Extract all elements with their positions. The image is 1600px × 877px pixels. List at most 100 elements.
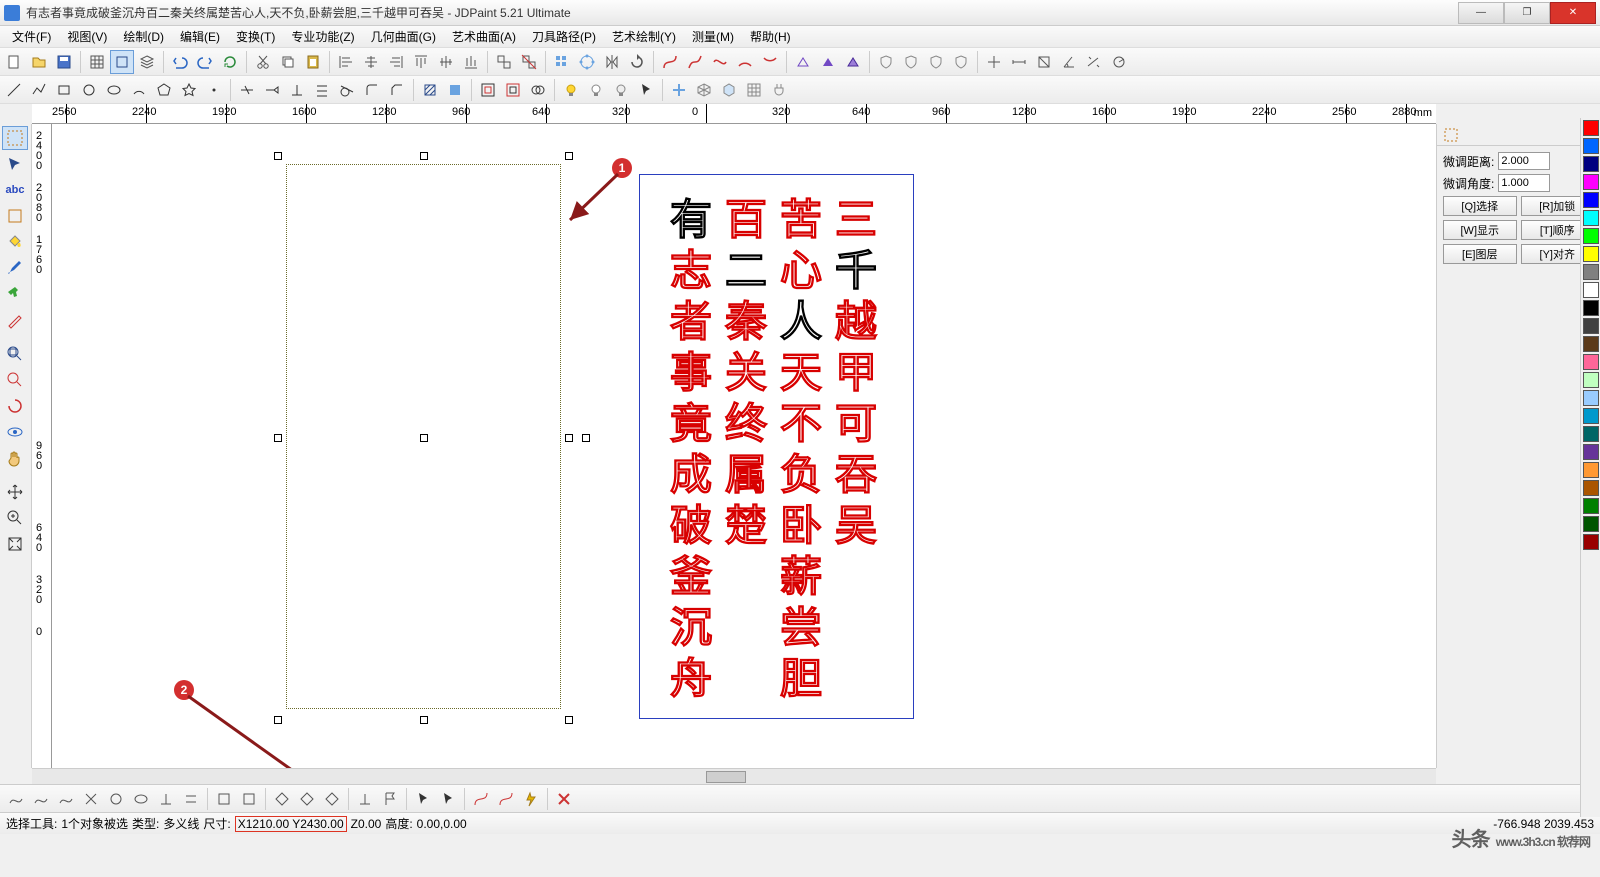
bottom-cross-icon[interactable]	[79, 787, 103, 811]
handle-nw[interactable]	[274, 152, 282, 160]
fillet-icon[interactable]	[360, 78, 384, 102]
bottom-box2-icon[interactable]	[237, 787, 261, 811]
extend-icon[interactable]	[260, 78, 284, 102]
shield2-icon[interactable]	[899, 50, 923, 74]
bottom-ptr2-icon[interactable]	[436, 787, 460, 811]
offset-out-icon[interactable]	[501, 78, 525, 102]
array-rect-icon[interactable]	[550, 50, 574, 74]
bottom-circle-icon[interactable]	[129, 787, 153, 811]
panel-button[interactable]: [Q]选择	[1443, 196, 1517, 216]
measure-free-icon[interactable]	[1082, 50, 1106, 74]
menu-视图v[interactable]: 视图(V)	[59, 26, 115, 47]
bottom-perp-icon[interactable]	[154, 787, 178, 811]
bottom-perp2-icon[interactable]	[353, 787, 377, 811]
copy-icon[interactable]	[276, 50, 300, 74]
bulb-off-icon[interactable]	[584, 78, 608, 102]
handle-s[interactable]	[420, 716, 428, 724]
measure-angle-icon[interactable]	[1057, 50, 1081, 74]
color-swatch[interactable]	[1583, 228, 1599, 244]
scrollbar-horizontal[interactable]	[32, 768, 1436, 784]
bottom-flag-icon[interactable]	[378, 787, 402, 811]
bottom-loop-icon[interactable]	[104, 787, 128, 811]
region-icon[interactable]	[443, 78, 467, 102]
color-swatch[interactable]	[1583, 498, 1599, 514]
maximize-button[interactable]: ❐	[1504, 2, 1550, 24]
menu-编辑e[interactable]: 编辑(E)	[172, 26, 228, 47]
perp-icon[interactable]	[285, 78, 309, 102]
menu-艺术绘制y[interactable]: 艺术绘制(Y)	[604, 26, 684, 47]
nudge-distance-input[interactable]	[1498, 152, 1550, 170]
align-center-icon[interactable]	[359, 50, 383, 74]
shield4-icon[interactable]	[949, 50, 973, 74]
color-swatch[interactable]	[1583, 282, 1599, 298]
menu-专业功能z[interactable]: 专业功能(Z)	[283, 26, 362, 47]
bottom-path3-icon[interactable]	[54, 787, 78, 811]
polyline-icon[interactable]	[27, 78, 51, 102]
menu-几何曲面g[interactable]: 几何曲面(G)	[363, 26, 444, 47]
color-swatch[interactable]	[1583, 264, 1599, 280]
pointer-icon[interactable]	[634, 78, 658, 102]
eye-tool-icon[interactable]	[2, 420, 28, 444]
chamfer-icon[interactable]	[385, 78, 409, 102]
color-swatch[interactable]	[1583, 444, 1599, 460]
boolean-icon[interactable]	[526, 78, 550, 102]
arc-icon[interactable]	[127, 78, 151, 102]
paste-icon[interactable]	[301, 50, 325, 74]
ellipse-icon[interactable]	[102, 78, 126, 102]
ungroup-icon[interactable]	[517, 50, 541, 74]
handle-e[interactable]	[565, 434, 573, 442]
glyph-outline[interactable]: 吴	[835, 492, 877, 553]
render-wireframe-icon[interactable]	[791, 50, 815, 74]
bottom-curve2-icon[interactable]	[494, 787, 518, 811]
node-edit-icon[interactable]	[2, 152, 28, 176]
bottom-bolt-icon[interactable]	[519, 787, 543, 811]
render-solid-icon[interactable]	[841, 50, 865, 74]
color-swatch[interactable]	[1583, 426, 1599, 442]
handle-n[interactable]	[420, 152, 428, 160]
circle-icon[interactable]	[77, 78, 101, 102]
glyph-outline[interactable]: 舟	[670, 645, 712, 706]
bottom-ptr-icon[interactable]	[411, 787, 435, 811]
bottom-path2-icon[interactable]	[29, 787, 53, 811]
align-right-icon[interactable]	[384, 50, 408, 74]
mirror-icon[interactable]	[600, 50, 624, 74]
grid2-icon[interactable]	[742, 78, 766, 102]
measure-radius-icon[interactable]	[1107, 50, 1131, 74]
render-shaded-icon[interactable]	[816, 50, 840, 74]
new-file-icon[interactable]	[2, 50, 26, 74]
color-swatch[interactable]	[1583, 210, 1599, 226]
glyph-outline[interactable]: 胆	[780, 645, 822, 706]
color-swatch[interactable]	[1583, 390, 1599, 406]
knife-tool-icon[interactable]	[2, 308, 28, 332]
panel-button[interactable]: [W]显示	[1443, 220, 1517, 240]
fit-tool-icon[interactable]	[2, 532, 28, 556]
handle-w[interactable]	[274, 434, 282, 442]
shield1-icon[interactable]	[874, 50, 898, 74]
scrollbar-thumb[interactable]	[706, 771, 746, 783]
star-icon[interactable]	[177, 78, 201, 102]
brush-tool-icon[interactable]	[2, 256, 28, 280]
bottom-diamond2-icon[interactable]	[295, 787, 319, 811]
measure-h-icon[interactable]	[1007, 50, 1031, 74]
color-swatch[interactable]	[1583, 246, 1599, 262]
select-tool-icon[interactable]	[2, 126, 28, 150]
bottom-diamond3-icon[interactable]	[320, 787, 344, 811]
shield3-icon[interactable]	[924, 50, 948, 74]
minimize-button[interactable]: —	[1458, 2, 1504, 24]
bottom-curve1-icon[interactable]	[469, 787, 493, 811]
curve-edit-icon[interactable]	[683, 50, 707, 74]
cube-icon[interactable]	[717, 78, 741, 102]
align-middle-icon[interactable]	[434, 50, 458, 74]
bulb-dim-icon[interactable]	[609, 78, 633, 102]
color-swatch[interactable]	[1583, 318, 1599, 334]
handle-sw[interactable]	[274, 716, 282, 724]
snap-icon[interactable]	[110, 50, 134, 74]
menu-帮助h[interactable]: 帮助(H)	[742, 26, 799, 47]
menu-刀具路径p[interactable]: 刀具路径(P)	[524, 26, 604, 47]
refresh-icon[interactable]	[218, 50, 242, 74]
parallel-icon[interactable]	[310, 78, 334, 102]
point-icon[interactable]	[202, 78, 226, 102]
bottom-diamond1-icon[interactable]	[270, 787, 294, 811]
color-swatch[interactable]	[1583, 300, 1599, 316]
color-swatch[interactable]	[1583, 138, 1599, 154]
